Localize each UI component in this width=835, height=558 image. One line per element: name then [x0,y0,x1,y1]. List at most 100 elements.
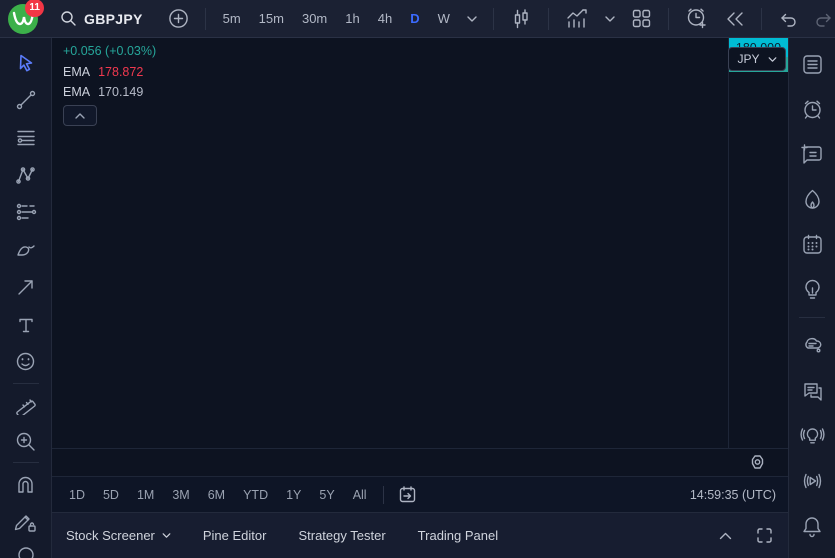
chevron-down-icon [605,16,615,22]
hidden-tool-partial[interactable] [8,546,44,558]
watchlist-button[interactable] [794,51,830,77]
symbol-search[interactable]: GBPJPY [60,10,143,27]
expand-panel-button[interactable] [714,528,737,544]
toolbar-divider [799,317,825,318]
currency-dropdown[interactable]: JPY [728,47,786,71]
range-all[interactable]: All [346,484,374,506]
range-1y[interactable]: 1Y [279,484,308,506]
arrow-up-right-icon [16,277,36,297]
tab-strategy-tester[interactable]: Strategy Tester [298,528,385,543]
range-ytd[interactable]: YTD [236,484,275,506]
date-range-toolbar: 1D 5D 1M 3M 6M YTD 1Y 5Y All 14:59:35 (U… [52,476,788,512]
flame-icon [802,188,823,211]
time-axis[interactable] [52,448,788,476]
chat-button[interactable] [794,378,830,404]
text-tool[interactable] [8,312,44,337]
search-icon [60,10,77,27]
chevron-up-icon [75,113,85,119]
magnet-tool[interactable] [8,471,44,496]
tab-trading-panel[interactable]: Trading Panel [418,528,498,543]
chart-legend: +0.056 (+0.03%) EMA178.872 EMA170.149 [63,44,156,126]
live-ideas-button[interactable] [794,423,830,449]
axis-settings-button[interactable] [749,454,766,476]
arrow-marker-tool[interactable] [8,274,44,299]
ema1-row[interactable]: EMA178.872 [63,65,156,79]
panel-controls [714,523,778,548]
redo-button[interactable] [809,7,835,31]
smiley-icon [15,351,36,372]
lock-drawings-tool[interactable] [8,509,44,534]
session-clock[interactable]: 14:59:35 (UTC) [690,488,776,502]
cursor-tool[interactable] [8,50,44,75]
timeframe-1d[interactable]: D [404,7,425,30]
calendar-button[interactable] [794,231,830,257]
chart-row: +0.056 (+0.03%) EMA178.872 EMA170.149 JP… [52,38,788,448]
trend-line-tool[interactable] [8,87,44,112]
drawing-toolbar [0,38,52,558]
bar-replay-button[interactable] [720,7,750,31]
timeframe-4h[interactable]: 4h [372,7,398,30]
notifications-button[interactable] [794,513,830,539]
indicators-button[interactable] [560,4,594,34]
chart-pane: +0.056 (+0.03%) EMA178.872 EMA170.149 JP… [52,38,788,558]
pattern-tool[interactable] [8,162,44,187]
timeframe-dropdown-button[interactable] [462,12,482,26]
layout-grid-button[interactable] [626,4,657,33]
calendar-goto-icon [398,485,417,504]
notification-count-badge: 11 [25,0,44,17]
plus-circle-icon [168,8,189,29]
price-axis[interactable] [728,38,788,448]
fib-retracement-tool[interactable] [8,125,44,150]
streams-button[interactable] [794,468,830,494]
range-3m[interactable]: 3M [165,484,196,506]
fullscreen-button[interactable] [751,523,778,548]
range-1m[interactable]: 1M [130,484,161,506]
timeframe-30m[interactable]: 30m [296,7,333,30]
app-logo[interactable]: 11 [8,4,38,34]
chart-canvas[interactable]: +0.056 (+0.03%) EMA178.872 EMA170.149 [52,38,728,448]
widget-toolbar [788,38,835,558]
top-toolbar: 11 GBPJPY 5m 15m 30m 1h 4h D W [0,0,835,38]
range-1d[interactable]: 1D [62,484,92,506]
text-icon [17,316,35,334]
range-5y[interactable]: 5Y [312,484,341,506]
create-alert-button[interactable] [680,3,714,34]
emoji-tool[interactable] [8,349,44,374]
toolbar-divider [13,462,39,463]
go-to-date-button[interactable] [393,481,422,508]
chat-bubbles-icon [801,380,824,402]
compare-add-button[interactable] [163,4,194,33]
bell-icon [801,515,823,538]
timeframe-15m[interactable]: 15m [253,7,290,30]
ideas-button[interactable] [794,276,830,302]
timeframe-5m[interactable]: 5m [217,7,247,30]
chevron-down-icon [467,16,477,22]
grid-layout-icon [631,8,652,29]
tab-pine-editor[interactable]: Pine Editor [203,528,267,543]
chart-style-button[interactable] [505,4,537,34]
ema1-value: 178.872 [98,65,143,79]
minds-button[interactable] [794,333,830,359]
timeframe-1h[interactable]: 1h [339,7,365,30]
ema2-row[interactable]: EMA170.149 [63,85,156,99]
alerts-button[interactable] [794,96,830,122]
trading-platform-window: 11 GBPJPY 5m 15m 30m 1h 4h D W [0,0,835,558]
watchlist-icon [801,53,824,76]
hotlists-button[interactable] [794,186,830,212]
journal-button[interactable] [794,141,830,167]
pencil-lock-icon [14,511,37,533]
indicators-dropdown-button[interactable] [600,12,620,26]
legend-collapse-button[interactable] [63,105,97,126]
undo-button[interactable] [773,7,803,31]
timeframe-1w[interactable]: W [432,7,456,30]
measure-tool[interactable] [8,392,44,417]
brush-tool[interactable] [8,237,44,262]
zoom-in-tool[interactable] [8,429,44,454]
range-6m[interactable]: 6M [201,484,232,506]
journal-add-icon [800,143,824,166]
tab-stock-screener[interactable]: Stock Screener [66,528,171,543]
replay-rewind-icon [725,11,745,27]
forecast-tool[interactable] [8,200,44,225]
candlestick-icon [510,8,532,30]
range-5d[interactable]: 5D [96,484,126,506]
